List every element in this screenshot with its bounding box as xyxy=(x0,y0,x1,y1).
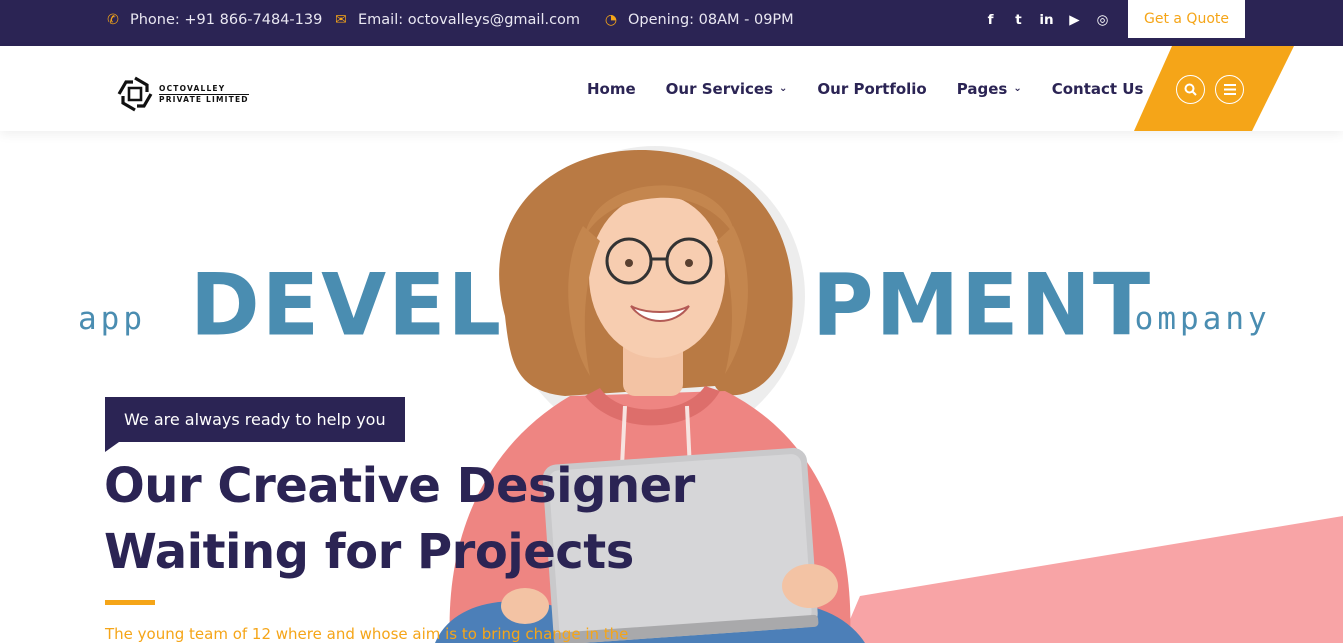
phone-text: Phone: +91 866-7484-139 xyxy=(130,12,323,28)
nav-pages-label: Pages xyxy=(956,79,1008,98)
headline-underline xyxy=(105,600,155,605)
nav-contact-us-label: Contact Us xyxy=(1051,79,1144,98)
main-header: OCTOVALLEY PRIVATE LIMITED Home Our Serv… xyxy=(0,46,1343,131)
phone-icon: ✆ xyxy=(107,12,119,28)
hero-headline: Our Creative Designer Waiting for Projec… xyxy=(104,453,695,585)
envelope-icon: ✉ xyxy=(335,12,347,28)
banner-word-company: company xyxy=(1112,301,1271,337)
email-text: Email: octovalleys@gmail.com xyxy=(358,12,581,28)
nav-home[interactable]: Home xyxy=(587,80,636,98)
chevron-down-icon: ⌄ xyxy=(779,83,788,94)
opening-info: ◔ Opening: 08AM - 09PM xyxy=(602,0,794,40)
twitter-icon[interactable]: t xyxy=(1010,12,1027,28)
banner-word-app: app xyxy=(78,301,146,337)
nav-pages[interactable]: Pages ⌄ xyxy=(957,80,1022,98)
hero-headline-line-1: Our Creative Designer xyxy=(104,458,695,514)
social-links: f t in ▶ ◎ xyxy=(982,0,1111,40)
hero-tag-tail xyxy=(105,442,119,452)
instagram-icon[interactable]: ◎ xyxy=(1094,12,1111,28)
logo-mark-icon xyxy=(117,76,153,112)
top-bar: ✆ Phone: +91 866-7484-139 ✉ Email: octov… xyxy=(0,0,1343,46)
facebook-icon[interactable]: f xyxy=(982,12,999,28)
main-nav: Home Our Services ⌄ Our Portfolio Pages ⌄ … xyxy=(587,46,1173,131)
menu-button[interactable] xyxy=(1215,75,1244,104)
nav-home-label: Home xyxy=(587,79,636,98)
clock-icon: ◔ xyxy=(604,12,618,28)
chevron-down-icon: ⌄ xyxy=(1013,83,1022,94)
logo[interactable]: OCTOVALLEY PRIVATE LIMITED xyxy=(115,74,249,114)
hero-subtext: The young team of 12 where and whose aim… xyxy=(105,625,629,643)
nav-our-portfolio[interactable]: Our Portfolio xyxy=(817,80,926,98)
logo-text: OCTOVALLEY PRIVATE LIMITED xyxy=(159,84,249,104)
pink-decor-shape xyxy=(840,516,1343,643)
linkedin-icon[interactable]: in xyxy=(1038,12,1055,28)
logo-line-1: OCTOVALLEY xyxy=(159,84,249,95)
nav-our-portfolio-label: Our Portfolio xyxy=(817,79,927,98)
nav-our-services-label: Our Services xyxy=(665,79,774,98)
hero-headline-line-2: Waiting for Projects xyxy=(104,524,634,580)
hero-section: app DEVELO PMENT company We are always r… xyxy=(0,131,1343,643)
youtube-icon[interactable]: ▶ xyxy=(1066,12,1083,28)
get-a-quote-button[interactable]: Get a Quote xyxy=(1128,0,1245,38)
search-icon xyxy=(1184,83,1197,96)
hero-tag: We are always ready to help you xyxy=(105,397,405,442)
logo-line-2: PRIVATE LIMITED xyxy=(159,95,249,104)
email-info[interactable]: ✉ Email: octovalleys@gmail.com xyxy=(332,0,580,40)
hamburger-icon xyxy=(1223,84,1236,95)
opening-text: Opening: 08AM - 09PM xyxy=(628,12,794,28)
nav-contact-us[interactable]: Contact Us xyxy=(1052,80,1144,98)
phone-info[interactable]: ✆ Phone: +91 866-7484-139 xyxy=(104,0,322,40)
nav-our-services[interactable]: Our Services ⌄ xyxy=(666,80,788,98)
search-button[interactable] xyxy=(1176,75,1205,104)
